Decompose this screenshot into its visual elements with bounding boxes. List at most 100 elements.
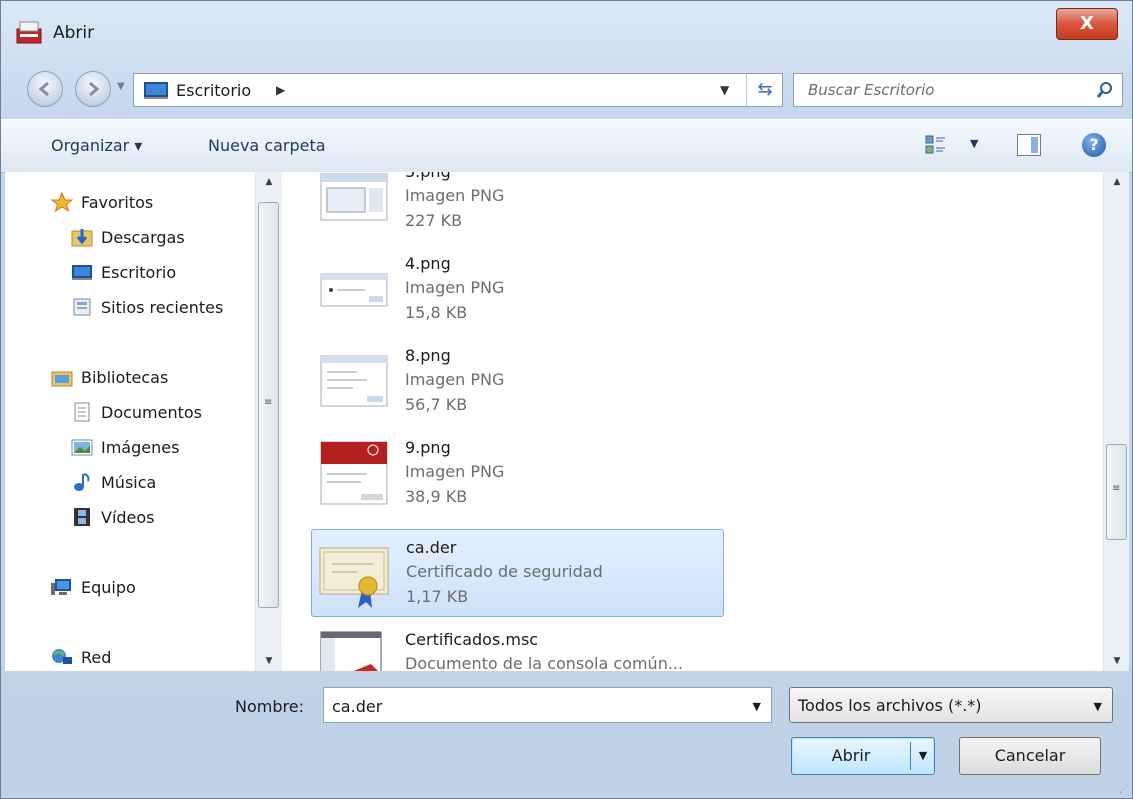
- file-list: 3.png Imagen PNG 227 KB 4.png Imagen PNG…: [285, 172, 1099, 671]
- close-button[interactable]: X: [1056, 8, 1118, 40]
- forward-arrow-icon: [89, 81, 100, 97]
- file-type: Imagen PNG: [405, 278, 505, 297]
- list-item[interactable]: Certificados.msc Documento de la consola…: [311, 622, 724, 671]
- open-button-label: Abrir: [831, 746, 871, 765]
- sidebar-item-label: Bibliotecas: [81, 368, 169, 387]
- scroll-down-icon[interactable]: ▼: [1104, 651, 1129, 671]
- sidebar-scrollbar[interactable]: ▲ ≡ ▼: [255, 172, 282, 671]
- file-name: 4.png: [405, 254, 451, 273]
- help-icon[interactable]: ?: [1082, 133, 1106, 157]
- sidebar-item-label: Descargas: [101, 228, 185, 247]
- downloads-folder-icon: [71, 229, 93, 247]
- search-input[interactable]: Buscar Escritorio: [808, 81, 934, 99]
- sidebar-item-label: Escritorio: [101, 263, 177, 282]
- dialog-footer: Nombre: ca.der ▼ Todos los archivos (*.*…: [1, 671, 1132, 799]
- file-size: 15,8 KB: [405, 303, 468, 322]
- filename-label: Nombre:: [235, 697, 304, 716]
- list-item[interactable]: 4.png Imagen PNG 15,8 KB: [311, 246, 724, 334]
- file-size: 1,17 KB: [406, 587, 469, 606]
- address-bar[interactable]: Escritorio ▶ ▼ ⇆: [133, 73, 783, 107]
- address-dropdown-icon[interactable]: ▼: [720, 83, 729, 97]
- recent-pages-dropdown[interactable]: ▼: [117, 81, 127, 97]
- back-button[interactable]: [27, 71, 63, 107]
- file-thumbnail: [320, 441, 388, 505]
- console-icon: [320, 631, 382, 671]
- resize-grip-icon[interactable]: ⋰: [1119, 785, 1128, 795]
- file-name: 3.png: [405, 172, 451, 181]
- address-location[interactable]: Escritorio: [176, 81, 251, 100]
- scroll-up-icon[interactable]: ▲: [256, 172, 282, 192]
- sidebar-item-label: Imágenes: [101, 438, 180, 457]
- search-icon[interactable]: [1096, 81, 1114, 99]
- chevron-down-icon[interactable]: ▼: [1094, 700, 1102, 713]
- list-item[interactable]: 9.png Imagen PNG 38,9 KB: [311, 430, 724, 518]
- command-toolbar: Organizar ▾ Nueva carpeta ▼ ?: [1, 119, 1132, 173]
- file-size: 38,9 KB: [405, 487, 468, 506]
- sidebar-item-label: Red: [81, 648, 112, 667]
- window-title: Abrir: [53, 23, 95, 43]
- sidebar-item-label: Documentos: [101, 403, 203, 422]
- back-arrow-icon: [38, 81, 49, 97]
- preview-pane-icon[interactable]: [1017, 134, 1041, 156]
- file-list-scrollbar[interactable]: ▲ ≡ ▼: [1103, 172, 1129, 671]
- sidebar-item-label: Música: [101, 473, 157, 492]
- organize-menu[interactable]: Organizar ▾: [51, 136, 142, 155]
- scroll-up-icon[interactable]: ▲: [1104, 172, 1129, 192]
- filename-input[interactable]: ca.der ▼: [323, 687, 772, 723]
- list-item[interactable]: 8.png Imagen PNG 56,7 KB: [311, 338, 724, 426]
- filename-value[interactable]: ca.der: [332, 697, 382, 716]
- view-dropdown-icon[interactable]: ▼: [970, 137, 978, 150]
- file-name: 9.png: [405, 438, 451, 457]
- open-button[interactable]: Abrir ▼: [791, 737, 935, 775]
- desktop-icon: [72, 265, 92, 280]
- recent-places-icon: [73, 298, 91, 316]
- desktop-icon: [144, 82, 168, 99]
- file-type: Imagen PNG: [405, 462, 505, 481]
- search-box[interactable]: Buscar Escritorio: [793, 73, 1123, 107]
- file-type-filter[interactable]: Todos los archivos (*.*) ▼: [789, 687, 1113, 723]
- list-item[interactable]: 3.png Imagen PNG 227 KB: [311, 172, 724, 242]
- navigation-pane: Favoritos Descargas Escritorio Sitios re…: [5, 172, 255, 671]
- computer-icon: [51, 579, 71, 595]
- sidebar-item-label: Equipo: [81, 578, 136, 597]
- close-icon: X: [1080, 13, 1094, 34]
- sidebar-item-label: Sitios recientes: [101, 298, 224, 317]
- file-thumbnail: [320, 273, 388, 307]
- change-view-icon[interactable]: [925, 134, 947, 156]
- open-options-dropdown-icon[interactable]: ▼: [914, 738, 932, 774]
- forward-button[interactable]: [75, 71, 111, 107]
- refresh-button[interactable]: ⇆: [746, 74, 783, 106]
- file-thumbnail: [320, 173, 388, 221]
- file-name: Certificados.msc: [405, 630, 539, 649]
- videos-icon: [74, 508, 90, 526]
- content-area: Favoritos Descargas Escritorio Sitios re…: [5, 172, 1129, 671]
- sidebar-item-label: Favoritos: [81, 193, 154, 212]
- file-thumbnail: [320, 355, 388, 407]
- scroll-thumb[interactable]: ≡: [1106, 444, 1127, 540]
- app-icon: [16, 21, 42, 44]
- music-icon: [74, 473, 90, 491]
- file-type: Imagen PNG: [405, 370, 505, 389]
- certificate-icon: [319, 547, 389, 608]
- sidebar-item-label: Vídeos: [101, 508, 155, 527]
- documents-icon: [74, 402, 90, 422]
- new-folder-button[interactable]: Nueva carpeta: [208, 136, 326, 155]
- network-icon: [52, 649, 72, 664]
- file-type: Certificado de seguridad: [406, 562, 603, 581]
- file-name: ca.der: [406, 538, 457, 557]
- file-type-filter-value: Todos los archivos (*.*): [798, 696, 982, 715]
- chevron-down-icon[interactable]: ▼: [753, 700, 761, 713]
- file-type: Imagen PNG: [405, 186, 505, 205]
- star-icon: [51, 192, 73, 212]
- scroll-down-icon[interactable]: ▼: [256, 651, 282, 671]
- title-bar[interactable]: Abrir X: [1, 1, 1132, 63]
- scroll-thumb[interactable]: ≡: [258, 202, 279, 608]
- cancel-button[interactable]: Cancelar: [959, 737, 1101, 775]
- refresh-icon: ⇆: [757, 79, 773, 100]
- images-icon: [71, 439, 93, 456]
- file-size: 56,7 KB: [405, 395, 468, 414]
- list-item-selected[interactable]: ca.der Certificado de seguridad 1,17 KB: [311, 529, 724, 617]
- file-type: Documento de la consola común...: [405, 654, 684, 671]
- navigation-bar: ▼ Escritorio ▶ ▼ ⇆ Buscar Escritorio: [1, 63, 1132, 117]
- breadcrumb-chevron-icon[interactable]: ▶: [276, 83, 285, 97]
